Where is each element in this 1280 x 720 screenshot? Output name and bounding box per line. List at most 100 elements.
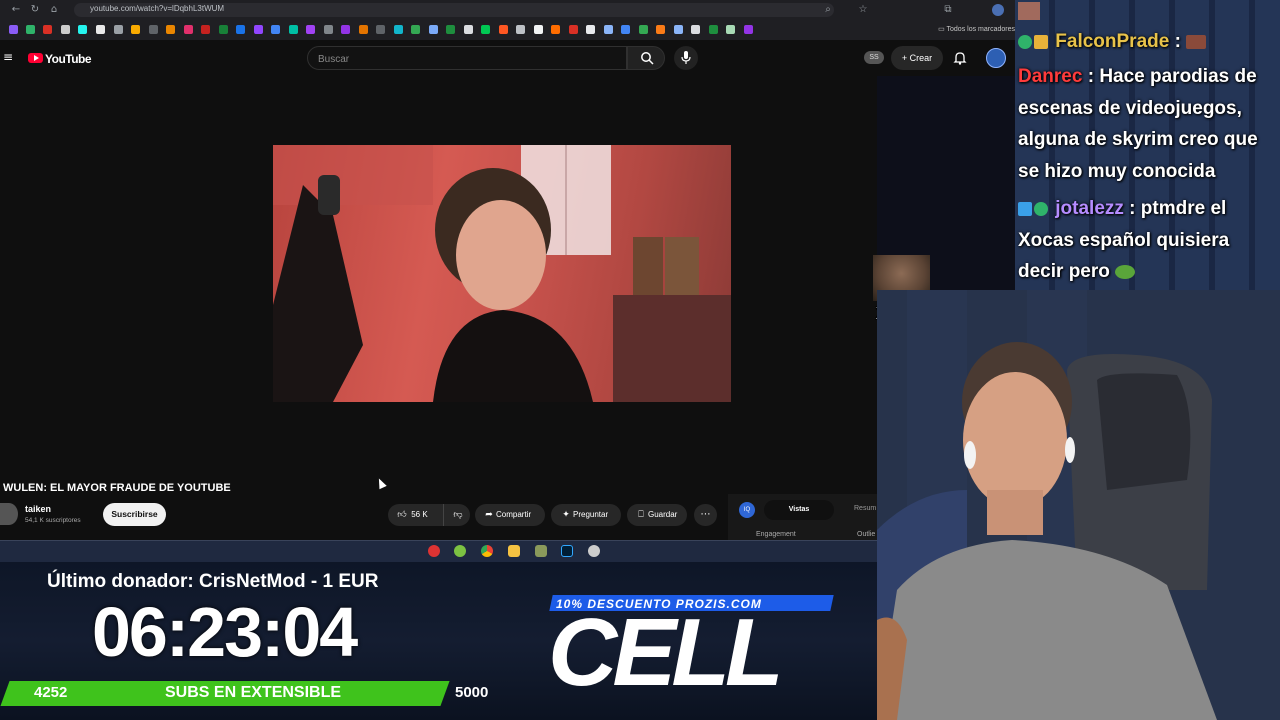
voice-search-button[interactable] bbox=[674, 46, 698, 70]
back-icon[interactable]: ← bbox=[10, 4, 22, 16]
save-label: Guardar bbox=[648, 510, 678, 519]
video-player[interactable] bbox=[273, 145, 731, 402]
zoom-icon[interactable]: ⌕ bbox=[822, 4, 834, 16]
bookmark-icon[interactable] bbox=[324, 25, 333, 34]
bookmark-icon[interactable] bbox=[219, 25, 228, 34]
extension-logo-icon[interactable]: IQ bbox=[739, 502, 755, 518]
bookmark-icon[interactable] bbox=[551, 25, 560, 34]
bookmark-icon[interactable] bbox=[376, 25, 385, 34]
like-button[interactable]: 👍︎ 56 K bbox=[388, 504, 444, 526]
sponsor-logo: CELL bbox=[548, 599, 784, 706]
search-button[interactable] bbox=[627, 46, 665, 70]
bookmark-icon[interactable] bbox=[78, 25, 87, 34]
subscribe-button[interactable]: Suscribirse bbox=[103, 503, 166, 526]
bookmark-icon[interactable] bbox=[429, 25, 438, 34]
search-box[interactable] bbox=[307, 46, 627, 70]
reload-icon[interactable]: ↻ bbox=[29, 4, 41, 16]
bookmark-icon[interactable] bbox=[691, 25, 700, 34]
like-count: 56 K bbox=[411, 510, 428, 519]
search-input[interactable] bbox=[316, 50, 620, 68]
bookmark-icon[interactable] bbox=[464, 25, 473, 34]
folder-icon[interactable] bbox=[508, 545, 520, 557]
chat-message: FalconPrade : bbox=[1018, 26, 1276, 58]
app-icon[interactable] bbox=[535, 545, 547, 557]
notifications-button[interactable] bbox=[952, 50, 968, 66]
extensions-icon[interactable]: ⧉ bbox=[942, 4, 954, 16]
more-actions-button[interactable]: ⋯ bbox=[694, 504, 717, 526]
bookmark-icon[interactable] bbox=[359, 25, 368, 34]
bookmark-icon[interactable] bbox=[586, 25, 595, 34]
tab-resumen[interactable]: Resum bbox=[854, 505, 876, 512]
address-bar[interactable]: youtube.com/watch?v=lDqbhL3tWUM bbox=[74, 3, 834, 17]
bookmark-icon[interactable] bbox=[236, 25, 245, 34]
bookmark-icon[interactable] bbox=[131, 25, 140, 34]
bookmark-icon[interactable] bbox=[481, 25, 490, 34]
bookmark-icon[interactable] bbox=[341, 25, 350, 34]
chat-emote bbox=[1018, 2, 1040, 20]
app-icon[interactable] bbox=[588, 545, 600, 557]
bookmark-icon[interactable] bbox=[621, 25, 630, 34]
user-avatar[interactable] bbox=[986, 48, 1006, 68]
bookmark-icon[interactable] bbox=[114, 25, 123, 34]
menu-icon[interactable]: ≡ bbox=[3, 50, 13, 64]
app-icon[interactable] bbox=[454, 545, 466, 557]
thumbs-up-icon: 👍︎ bbox=[397, 510, 407, 520]
extension-badge[interactable]: SS bbox=[864, 51, 884, 64]
bookmark-icon[interactable] bbox=[516, 25, 525, 34]
bookmark-icon[interactable] bbox=[306, 25, 315, 34]
chat-username[interactable]: jotalezz bbox=[1055, 198, 1124, 219]
bookmark-icon[interactable] bbox=[411, 25, 420, 34]
bookmark-icon[interactable] bbox=[149, 25, 158, 34]
bookmark-icon[interactable] bbox=[569, 25, 578, 34]
bookmark-icon[interactable] bbox=[709, 25, 718, 34]
bookmark-icon[interactable] bbox=[499, 25, 508, 34]
chat-username[interactable]: FalconPrade bbox=[1055, 31, 1169, 52]
share-button[interactable]: ➦ Compartir bbox=[475, 504, 545, 526]
bell-icon bbox=[953, 52, 967, 65]
bookmark-icon[interactable] bbox=[726, 25, 735, 34]
save-button[interactable]: ⎕ Guardar bbox=[627, 504, 687, 526]
bookmark-icon[interactable] bbox=[271, 25, 280, 34]
bookmark-icon[interactable] bbox=[446, 25, 455, 34]
bookmark-icon[interactable] bbox=[61, 25, 70, 34]
folder-icon: ▭ bbox=[938, 26, 947, 33]
channel-name[interactable]: taiken bbox=[25, 504, 51, 514]
bookmark-icon[interactable] bbox=[744, 25, 753, 34]
ask-button[interactable]: ✦ Preguntar bbox=[551, 504, 621, 526]
app-icon[interactable] bbox=[428, 545, 440, 557]
bookmark-icon[interactable] bbox=[394, 25, 403, 34]
bookmark-icon[interactable] bbox=[26, 25, 35, 34]
channel-avatar[interactable] bbox=[0, 503, 18, 525]
create-button[interactable]: + Crear bbox=[891, 46, 943, 70]
bookmark-icon[interactable] bbox=[289, 25, 298, 34]
dislike-button[interactable]: 👎︎ bbox=[446, 504, 470, 526]
bookmarks-bar: ▭ Todos los marcadores bbox=[0, 20, 1015, 41]
subs-goal: 5000 bbox=[455, 684, 489, 701]
bookmark-icon[interactable] bbox=[166, 25, 175, 34]
bookmark-icon[interactable] bbox=[674, 25, 683, 34]
youtube-logo-icon[interactable] bbox=[28, 53, 43, 63]
create-label: Crear bbox=[909, 53, 933, 63]
bookmark-icon[interactable] bbox=[43, 25, 52, 34]
bookmark-icon[interactable] bbox=[96, 25, 105, 34]
bookmark-icon[interactable] bbox=[201, 25, 210, 34]
chrome-icon[interactable] bbox=[481, 545, 493, 557]
bookmark-icon[interactable] bbox=[254, 25, 263, 34]
profile-icon[interactable] bbox=[992, 4, 1004, 16]
bookmark-icon[interactable] bbox=[9, 25, 18, 34]
tab-vistas[interactable]: Vistas bbox=[764, 500, 834, 520]
bookmark-icon[interactable] bbox=[534, 25, 543, 34]
bookmark-icon[interactable] bbox=[184, 25, 193, 34]
subs-label: SUBS EN EXTENSIBLE bbox=[165, 684, 342, 701]
search-icon bbox=[641, 52, 654, 65]
photoshop-icon[interactable] bbox=[561, 545, 573, 557]
home-icon[interactable]: ⌂ bbox=[48, 4, 60, 16]
bookmark-star-icon[interactable]: ☆ bbox=[857, 4, 869, 16]
bookmark-icon[interactable] bbox=[639, 25, 648, 34]
youtube-logo-text[interactable]: YouTube bbox=[45, 52, 92, 66]
streamer-webcam bbox=[877, 290, 1280, 720]
chat-username[interactable]: Danrec bbox=[1018, 66, 1082, 87]
bookmark-icon[interactable] bbox=[604, 25, 613, 34]
all-bookmarks-folder[interactable]: ▭ Todos los marcadores bbox=[938, 25, 1015, 33]
bookmark-icon[interactable] bbox=[656, 25, 665, 34]
